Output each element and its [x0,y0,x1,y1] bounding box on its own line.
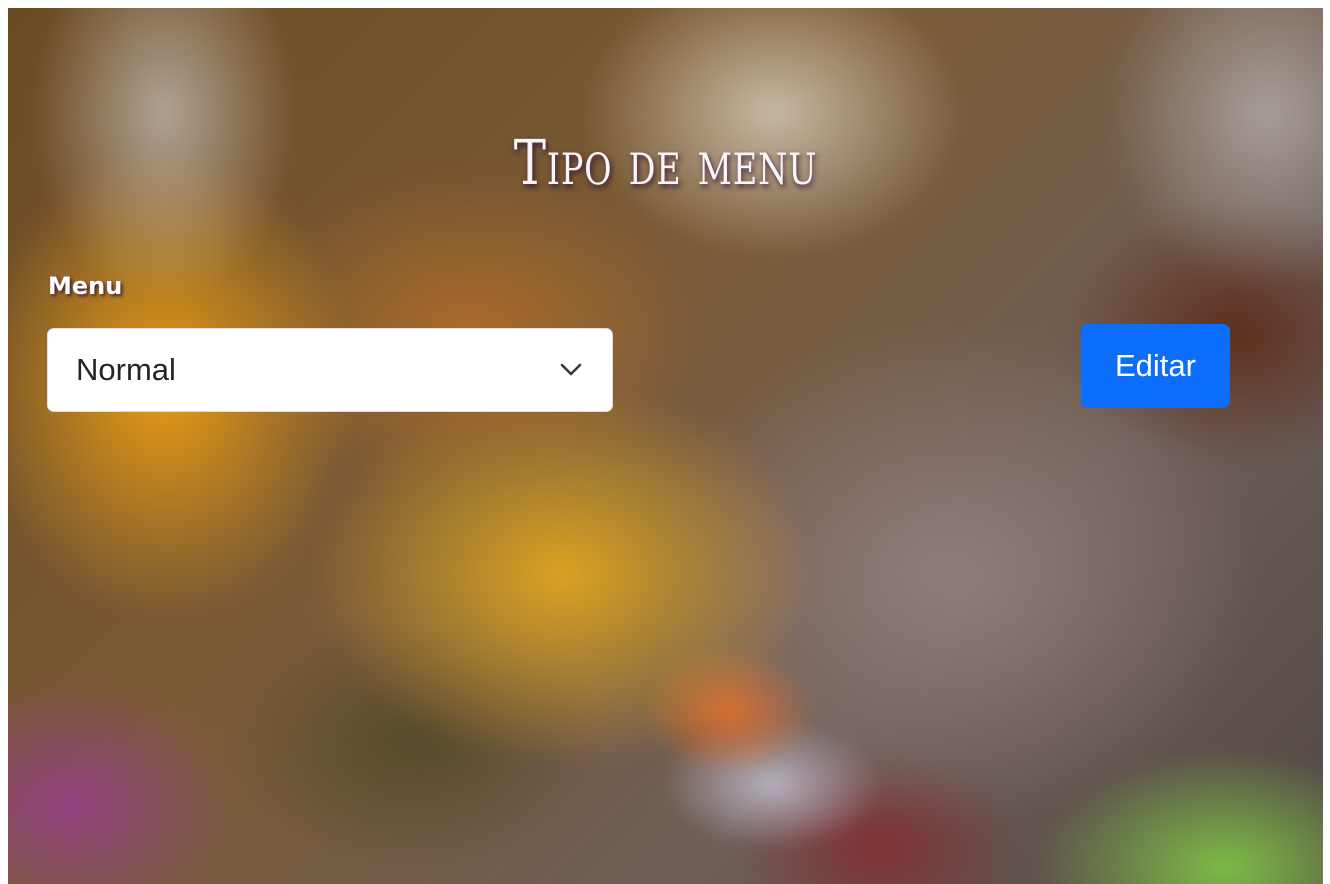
menu-select[interactable]: Normal [47,328,613,412]
chevron-down-icon [558,357,584,383]
menu-select-value: Normal [76,352,176,387]
page-title: Tipo de menu [513,126,818,199]
page-viewport: Tipo de menu Menu Normal Editar [8,8,1323,884]
menu-field-label: Menu [48,272,123,300]
edit-button[interactable]: Editar [1081,324,1230,408]
